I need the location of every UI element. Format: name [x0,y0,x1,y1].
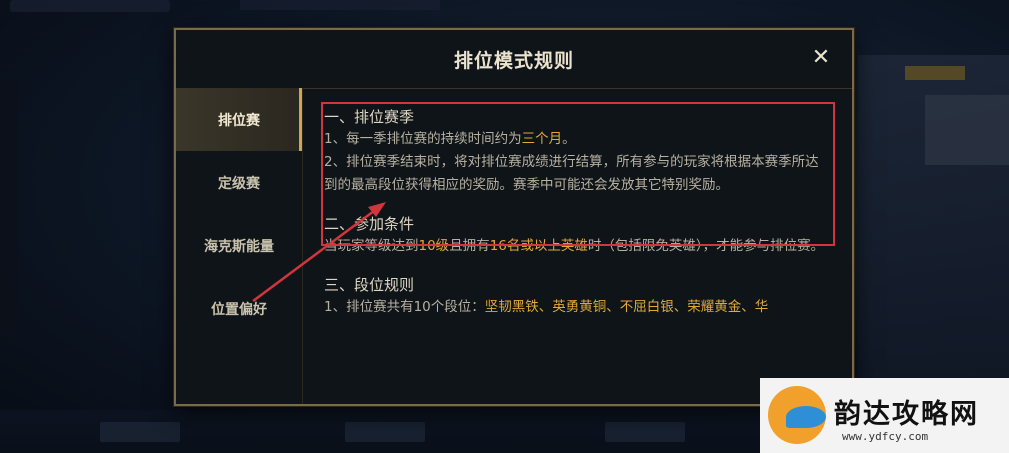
annotation-highlight-box [321,102,835,246]
tab-position-preference[interactable]: 位置偏好 [176,277,302,340]
tab-placement[interactable]: 定级赛 [176,151,302,214]
tab-hextech-energy[interactable]: 海克斯能量 [176,214,302,277]
tab-label: 排位赛 [218,112,260,129]
rules-sidebar: 排位赛 定级赛 海克斯能量 位置偏好 [176,88,303,404]
rule-text-part: 1、排位赛共有10个段位： [324,299,485,315]
background-left-strip [0,80,18,340]
background-right-badge [905,66,965,80]
close-icon[interactable]: ✕ [808,44,834,70]
dialog-title: 排位模式规则 [453,49,574,72]
tab-label: 定级赛 [218,175,260,192]
tab-ranked[interactable]: 排位赛 [176,88,302,151]
tab-label: 位置偏好 [211,301,267,318]
background-bottom-button [345,422,425,442]
watermark-logo-icon [768,386,826,444]
background-bottom-button [100,422,180,442]
highlight-text: 坚韧黑铁、英勇黄铜、不屈白银、荣耀黄金、华 [484,299,769,315]
section-title-tiers: 三、段位规则 [324,276,415,294]
background-top-bar-2 [240,0,440,10]
dialog-header: 排位模式规则 ✕ [176,30,852,89]
watermark-url: www.ydfcy.com [842,430,929,443]
background-right-card [925,95,1009,165]
watermark-name: 韵达攻略网 [834,399,979,430]
background-top-bar [10,0,170,12]
watermark: 韵达攻略网 www.ydfcy.com [760,378,1009,453]
tab-label: 海克斯能量 [204,238,274,255]
background-bottom-button [605,422,685,442]
rule-text: 1、排位赛共有10个段位：坚韧黑铁、英勇黄铜、不屈白银、荣耀黄金、华 [324,296,830,319]
